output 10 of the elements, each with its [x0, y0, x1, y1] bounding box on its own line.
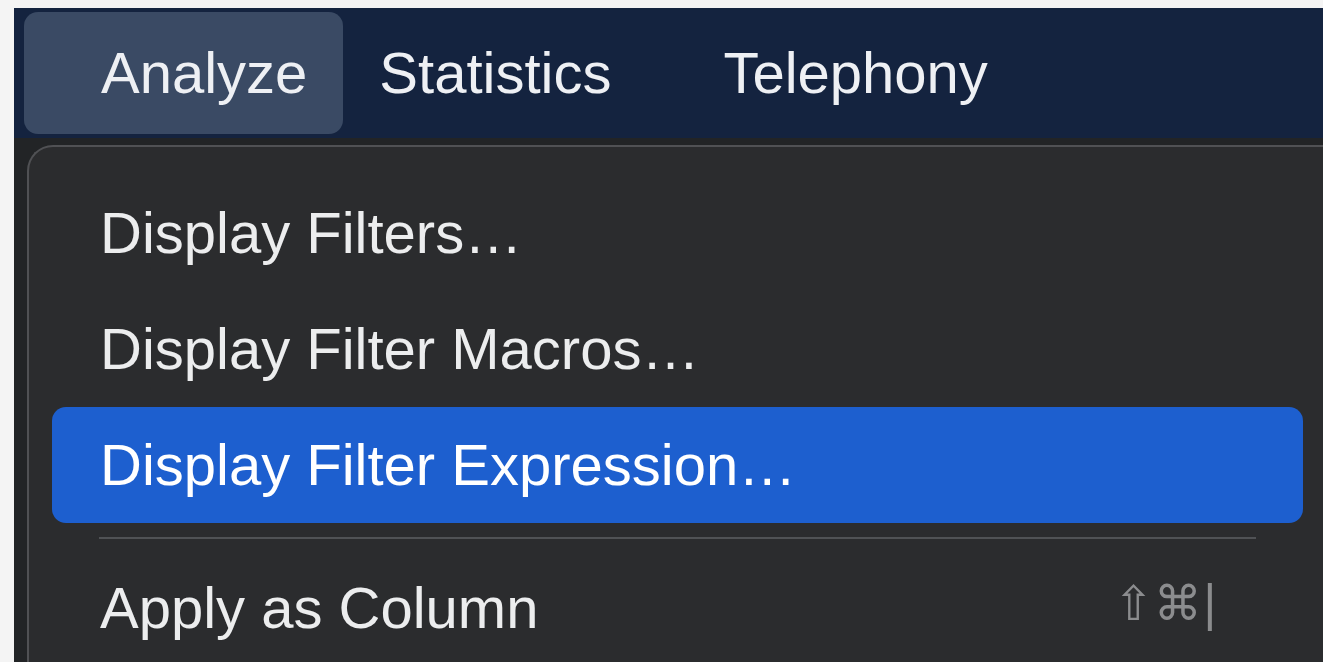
shortcut-label: ⇧⌘|: [1113, 579, 1218, 633]
menu-item[interactable]: Display Filters…: [52, 175, 1303, 291]
menu-item-label: Display Filter Macros…: [100, 315, 700, 383]
menu-item[interactable]: Display Filter Expression…: [52, 407, 1303, 523]
menu-item-label: Display Filters…: [100, 199, 523, 267]
menu-item-label: Display Filter Expression…: [100, 431, 797, 499]
menu-item[interactable]: Display Filter Macros…: [52, 291, 1303, 407]
menu-bar-item[interactable]: Analyze: [24, 12, 344, 134]
menu-bar-item[interactable]: Statistics: [343, 12, 688, 134]
menu-bar-item[interactable]: Telephony: [687, 12, 1064, 134]
